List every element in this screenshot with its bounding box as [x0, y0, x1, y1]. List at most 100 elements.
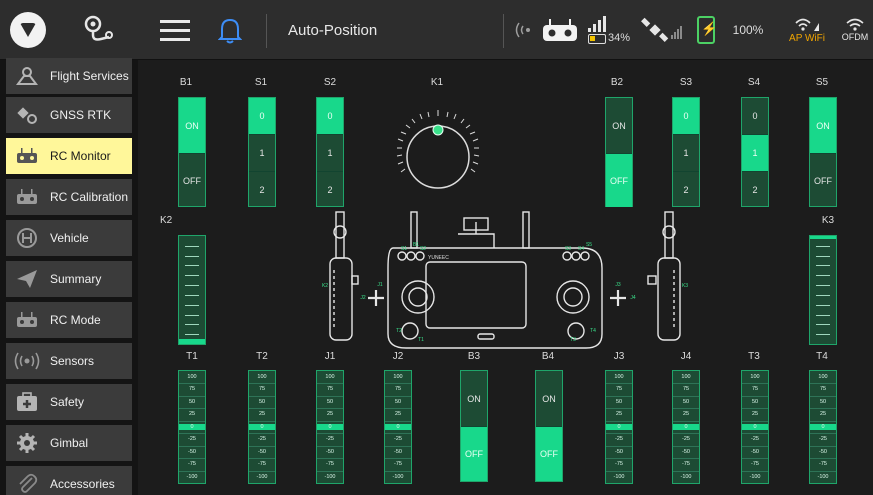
sidebar-item-label: Safety — [50, 395, 85, 409]
sidebar-item-rc-monitor[interactable]: RC Monitor — [6, 138, 132, 174]
scale-divider — [179, 408, 205, 409]
bell-icon[interactable] — [212, 0, 248, 60]
home-logo-button[interactable] — [8, 0, 48, 60]
scale-value: 50 — [751, 399, 759, 405]
scale-value: -100 — [817, 474, 829, 480]
sidebar-item-vehicle[interactable]: Vehicle — [6, 220, 132, 256]
sidebar-item-gnss-rtk[interactable]: GNSS RTK — [6, 97, 132, 133]
slider-tick — [816, 295, 830, 296]
switch-s3: 0 1 2 — [672, 97, 700, 207]
switch-segment-0: 0 — [249, 98, 275, 134]
sidebar-item-summary[interactable]: Summary — [6, 261, 132, 297]
sidebar-item-sensors[interactable]: Sensors — [6, 343, 132, 379]
scale-divider — [317, 471, 343, 472]
sidebar-item-label: Sensors — [50, 354, 95, 368]
scale-divider — [385, 421, 411, 422]
menu-icon[interactable] — [150, 0, 200, 60]
scale-divider — [673, 433, 699, 434]
diagram-label-k3: K3 — [681, 283, 689, 289]
scale-value: 100 — [325, 374, 335, 380]
slider-k2 — [178, 235, 206, 345]
diagram-label-t4: T4 — [590, 328, 596, 334]
remote-controller-icon — [14, 187, 40, 207]
scale-divider — [810, 421, 836, 422]
sidebar-item-safety[interactable]: Safety — [6, 384, 132, 420]
scale-value: -25 — [819, 436, 827, 442]
scale-value: -50 — [819, 449, 827, 455]
scale-value: -25 — [682, 436, 690, 442]
diagram-label-s1: S1 — [400, 246, 408, 252]
label-s5: S5 — [815, 77, 829, 88]
scale-divider — [810, 408, 836, 409]
sidebar-item-gimbal[interactable]: Gimbal — [6, 425, 132, 461]
scale-t3: 100 75 50 25 0 -25 -50 -75 -100 — [741, 370, 769, 484]
scale-value: -25 — [615, 436, 623, 442]
scale-value: -100 — [392, 474, 404, 480]
switch-segment-off: OFF — [814, 175, 832, 186]
sidebar-item-rc-mode[interactable]: RC Mode — [6, 302, 132, 338]
slider-tick — [816, 275, 830, 276]
diagram-label-t3: T3 — [570, 337, 576, 343]
slider-tick — [185, 334, 199, 335]
sidebar-item-label: RC Mode — [50, 313, 101, 327]
slider-tick — [816, 315, 830, 316]
scale-divider — [179, 458, 205, 459]
scale-divider — [385, 396, 411, 397]
label-t2: T2 — [256, 351, 268, 362]
slider-tick — [816, 324, 830, 325]
label-s4: S4 — [747, 77, 761, 88]
slider-tick — [185, 295, 199, 296]
scale-divider — [249, 421, 275, 422]
label-t1: T1 — [186, 351, 198, 362]
sidebar-item-accessories[interactable]: Accessories — [6, 466, 132, 495]
wifi-status[interactable]: AP WiFi — [786, 0, 828, 60]
switch-segment-0: 0 — [673, 98, 699, 134]
scale-value: -75 — [615, 461, 623, 467]
scale-value: 75 — [682, 386, 690, 392]
scale-value: -50 — [326, 449, 334, 455]
scale-value: 0 — [328, 424, 332, 430]
sidebar-item-label: Flight Services — [50, 69, 129, 83]
scale-value: -25 — [188, 436, 196, 442]
slider-tick — [185, 275, 199, 276]
sensor-icon — [14, 351, 40, 371]
diagram-brand: YUNEEC — [428, 255, 449, 261]
sidebar-item-label: Accessories — [50, 477, 115, 491]
scale-divider — [742, 471, 768, 472]
scale-divider — [742, 408, 768, 409]
remote-controller-icon — [14, 310, 40, 330]
scale-value: -25 — [326, 436, 334, 442]
sidebar-item-rc-calibration[interactable]: RC Calibration — [6, 179, 132, 215]
scale-divider — [179, 446, 205, 447]
rc-battery-percent: 34% — [607, 32, 631, 44]
rc-controller-diagram: B1 S5 S1 S2 S3 S4 K2 K3 J1 J2 J3 J4 T1 T… — [318, 210, 698, 350]
scale-value: 0 — [821, 424, 825, 430]
scale-divider — [317, 383, 343, 384]
label-j2: J2 — [392, 351, 404, 362]
scale-divider — [179, 396, 205, 397]
label-b3: B3 — [467, 351, 481, 362]
ofdm-status[interactable]: OFDM — [838, 0, 872, 60]
label-s2: S2 — [323, 77, 337, 88]
sidebar-item-flight-services[interactable]: Flight Services — [6, 58, 132, 94]
slider-fill — [810, 236, 836, 239]
scale-divider — [385, 433, 411, 434]
scale-divider — [179, 471, 205, 472]
paperclip-icon — [14, 473, 40, 494]
scale-divider — [810, 458, 836, 459]
scale-value: -50 — [615, 449, 623, 455]
ofdm-label: OFDM — [841, 32, 869, 42]
switch-segment-2: 2 — [752, 184, 758, 195]
scale-divider — [249, 408, 275, 409]
scale-value: 0 — [260, 424, 264, 430]
sidebar: Flight Services GNSS RTK RC Monitor RC C… — [0, 58, 138, 495]
scale-divider — [742, 446, 768, 447]
slider-tick — [185, 315, 199, 316]
diagram-label-j1: J1 — [377, 282, 383, 288]
scale-value: 100 — [818, 374, 828, 380]
satellite-gear-icon — [14, 105, 40, 125]
route-icon[interactable] — [76, 0, 120, 60]
scale-divider — [606, 383, 632, 384]
sidebar-item-label: Gimbal — [50, 436, 89, 450]
scale-divider — [673, 408, 699, 409]
